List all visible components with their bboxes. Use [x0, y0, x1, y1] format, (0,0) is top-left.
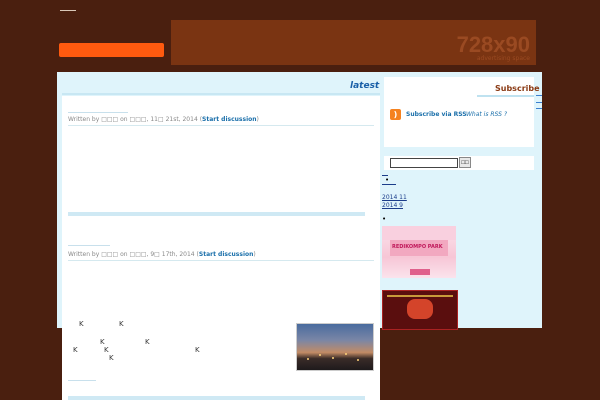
broken-glyph: K	[73, 346, 78, 354]
post-date: □□□, 9□ 17th, 2014	[129, 251, 195, 258]
post-author[interactable]: □□□	[101, 116, 118, 123]
title-underline	[68, 112, 128, 113]
bullet-icon: •	[382, 215, 387, 223]
title-underline	[68, 245, 110, 246]
widget-dash	[382, 184, 396, 185]
subscribe-underline	[477, 95, 534, 97]
blue-tick	[536, 102, 542, 103]
subscribe-title: Subscribe	[495, 84, 540, 93]
blue-tick	[536, 95, 542, 96]
post-separator	[68, 212, 365, 216]
meta-divider	[68, 125, 374, 126]
start-discussion-link[interactable]: Start discussion	[202, 116, 257, 123]
header-dash	[60, 10, 76, 11]
post-meta: Written by □□□ on □□□, 11□ 21st, 2014 (S…	[68, 116, 259, 123]
title-underline	[68, 380, 96, 381]
rss-icon[interactable]: )	[390, 109, 401, 120]
promo-banner-text: REDIKOMPO PARK	[392, 244, 443, 250]
subscribe-rss-link[interactable]: Subscribe via RSS	[406, 111, 467, 118]
archive-link[interactable]: 2014 9	[382, 202, 403, 209]
broken-glyph: K	[195, 346, 200, 354]
broken-glyph: K	[79, 320, 84, 328]
broken-glyph: K	[109, 354, 114, 362]
promo-banner-dark[interactable]	[382, 290, 458, 330]
post-separator	[68, 396, 365, 400]
bullet-icon: •	[385, 176, 390, 184]
city-night-photo[interactable]	[296, 323, 374, 371]
post-date: □□□, 11□ 21st, 2014	[129, 116, 198, 123]
latest-underline	[62, 93, 380, 95]
broken-glyph: K	[104, 346, 109, 354]
promo-banner[interactable]: REDIKOMPO PARK	[382, 226, 456, 278]
meta-divider	[68, 260, 374, 261]
broken-glyph: K	[119, 320, 124, 328]
broken-glyph: K	[145, 338, 150, 346]
search-button[interactable]: □□	[459, 157, 471, 168]
blue-tick	[536, 108, 542, 109]
start-discussion-link[interactable]: Start discussion	[199, 251, 254, 258]
archive-link[interactable]: 2014 11	[382, 194, 407, 201]
what-is-rss-link[interactable]: What is RSS ?	[466, 111, 507, 118]
ad-banner-728x90[interactable]: 728x90 advertising space	[171, 20, 536, 65]
orange-nav-button[interactable]	[59, 43, 164, 57]
latest-heading: latest	[350, 81, 380, 91]
post-author[interactable]: □□□	[101, 251, 118, 258]
ad-caption: advertising space	[476, 55, 530, 62]
search-input[interactable]	[390, 158, 458, 168]
broken-glyph: K	[100, 338, 105, 346]
post-meta: Written by □□□ on □□□, 9□ 17th, 2014 (St…	[68, 251, 256, 258]
